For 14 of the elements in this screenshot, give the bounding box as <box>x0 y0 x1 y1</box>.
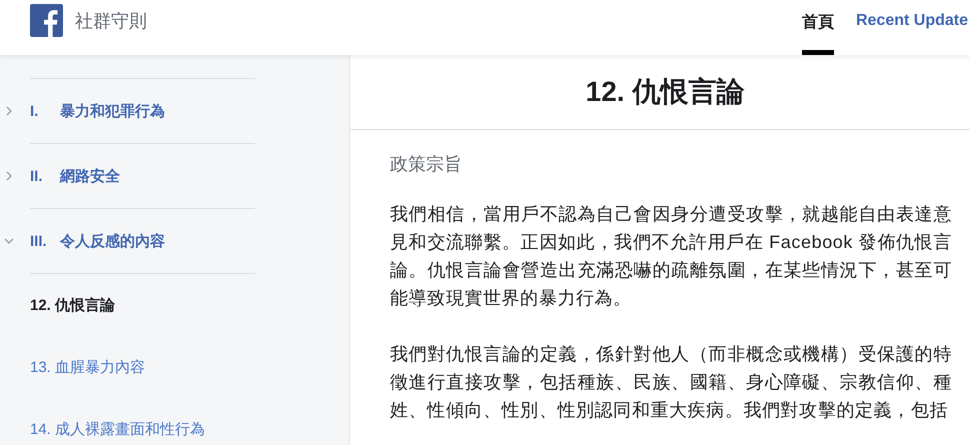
sidebar-item[interactable]: 12. 仇恨言論 <box>30 274 255 336</box>
sidebar-item[interactable]: 14. 成人裸露畫面和性行為 <box>30 398 255 445</box>
sidebar-item[interactable]: 13. 血腥暴力內容 <box>30 336 255 398</box>
section-heading: 政策宗旨 <box>390 153 463 176</box>
nav-link[interactable]: 首頁 <box>802 0 834 55</box>
article-paragraph: 我們相信，當用戶不認為自己會因身分遭受攻擊，就越能自由表達意見和交流聯繫。正因如此，我們不允許用戶在 Facebook 發佈仇恨言論。仇恨言論會營造出充滿恐嚇的疏離氛圍，在某些情況下，甚至可能導致現實世界的暴力行為。 <box>390 203 952 310</box>
article-title: 12. 仇恨言論 <box>350 55 970 130</box>
sidebar-section[interactable]: II. 網路安全 <box>30 143 255 208</box>
site-title: 社群守則 <box>75 10 147 32</box>
nav-link[interactable]: Recent Update <box>856 0 968 55</box>
article-paragraph: 我們對仇恨言論的定義，係針對他人（而非概念或機構）受保護的特徵進行直接攻擊，包括種族、民族、國籍、身心障礙、宗教信仰、種姓、性傾向、性別、性別認同和重大疾病。我們對攻擊的定義，包括 <box>390 343 952 422</box>
sidebar-section[interactable]: I. 暴力和犯罪行為 <box>30 78 255 143</box>
facebook-logo-icon <box>30 4 63 37</box>
sidebar-section[interactable]: III. 令人反感的內容 <box>30 208 255 273</box>
